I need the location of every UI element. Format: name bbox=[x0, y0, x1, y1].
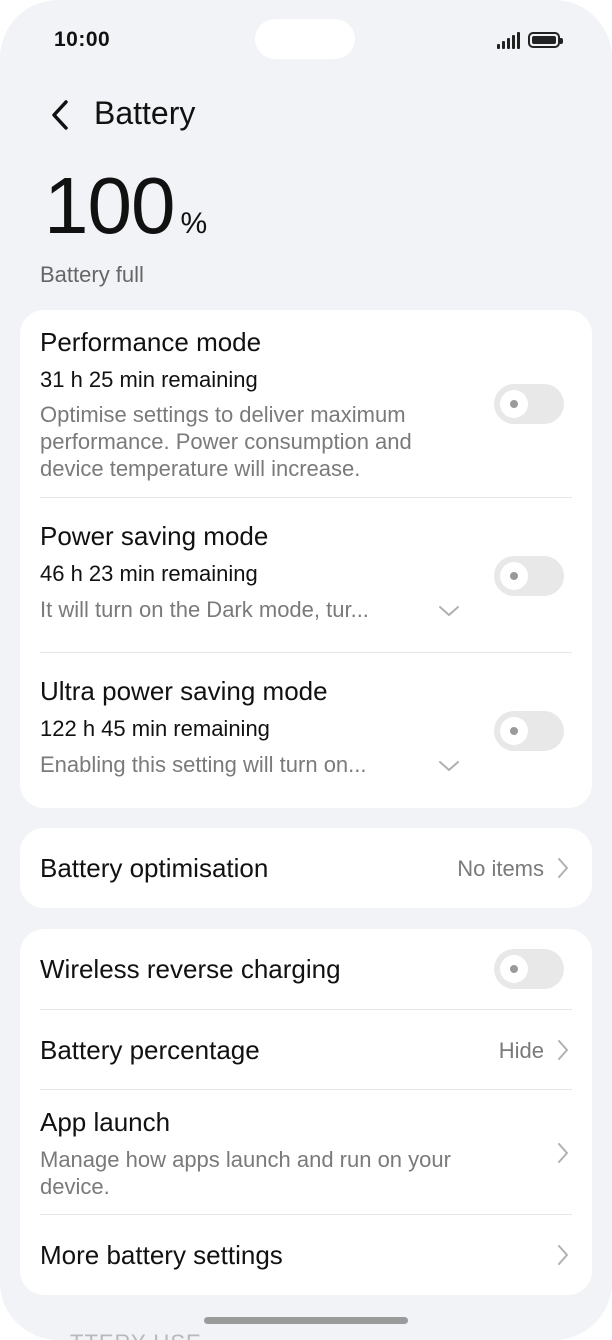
battery-optimisation-row[interactable]: Battery optimisation No items bbox=[20, 828, 592, 908]
chevron-right-icon bbox=[558, 1040, 568, 1060]
performance-mode-remaining: 31 h 25 min remaining bbox=[40, 367, 258, 392]
chevron-down-icon[interactable] bbox=[438, 604, 460, 618]
status-time: 10:00 bbox=[54, 28, 111, 51]
back-arrow-icon[interactable] bbox=[46, 98, 76, 132]
battery-level: 100% bbox=[44, 160, 207, 252]
ultra-power-saving-mode-remaining: 122 h 45 min remaining bbox=[40, 716, 270, 741]
home-indicator[interactable] bbox=[204, 1317, 408, 1324]
app-launch-label: App launch bbox=[40, 1107, 171, 1137]
battery-status-text: Battery full bbox=[40, 262, 144, 287]
ultra-power-saving-mode-row[interactable]: Ultra power saving mode 122 h 45 min rem… bbox=[20, 653, 592, 808]
chevron-right-icon bbox=[558, 1245, 568, 1265]
wireless-reverse-charging-toggle[interactable] bbox=[494, 949, 564, 989]
battery-percentage-row[interactable]: Battery percentage Hide bbox=[20, 1010, 592, 1090]
ultra-power-saving-mode-toggle[interactable] bbox=[494, 711, 564, 751]
camera-notch bbox=[255, 19, 355, 59]
more-battery-settings-row[interactable]: More battery settings bbox=[20, 1215, 592, 1295]
battery-icon bbox=[528, 32, 563, 48]
battery-percentage-value: Hide bbox=[498, 1038, 544, 1063]
app-launch-description: Manage how apps launch and run on your d… bbox=[40, 1147, 451, 1199]
chevron-down-icon[interactable] bbox=[438, 759, 460, 773]
power-saving-mode-title: Power saving mode bbox=[40, 521, 269, 551]
modes-card: Performance mode 31 h 25 min remaining O… bbox=[20, 310, 592, 808]
ultra-power-saving-mode-description: Enabling this setting will turn on... bbox=[40, 752, 367, 777]
battery-percentage-label: Battery percentage bbox=[40, 1035, 260, 1065]
battery-optimisation-label: Battery optimisation bbox=[40, 853, 269, 883]
ultra-power-saving-mode-title: Ultra power saving mode bbox=[40, 676, 328, 706]
power-saving-mode-row[interactable]: Power saving mode 46 h 23 min remaining … bbox=[20, 498, 592, 653]
page-title: Battery bbox=[94, 95, 196, 131]
status-icons bbox=[497, 28, 563, 52]
section-header-partial: TTERY USE bbox=[70, 1330, 202, 1340]
signal-icon bbox=[497, 31, 520, 49]
power-saving-mode-description: It will turn on the Dark mode, tur... bbox=[40, 597, 369, 622]
performance-mode-toggle[interactable] bbox=[494, 384, 564, 424]
power-saving-mode-toggle[interactable] bbox=[494, 556, 564, 596]
performance-mode-row[interactable]: Performance mode 31 h 25 min remaining O… bbox=[20, 310, 592, 498]
app-launch-row[interactable]: App launch Manage how apps launch and ru… bbox=[20, 1090, 592, 1215]
settings-card: Wireless reverse charging Battery percen… bbox=[20, 929, 592, 1295]
phone-screen: 10:00 Battery 100% Battery full Performa… bbox=[0, 0, 612, 1340]
chevron-right-icon bbox=[558, 1143, 568, 1163]
wireless-reverse-charging-row[interactable]: Wireless reverse charging bbox=[20, 929, 592, 1009]
battery-optimisation-value: No items bbox=[457, 856, 544, 881]
battery-percent-value: 100 bbox=[44, 161, 175, 250]
percent-symbol: % bbox=[180, 207, 208, 240]
performance-mode-title: Performance mode bbox=[40, 327, 262, 357]
more-battery-settings-label: More battery settings bbox=[40, 1240, 283, 1270]
chevron-right-icon bbox=[558, 858, 568, 878]
performance-mode-description: Optimise settings to deliver maximum per… bbox=[40, 402, 412, 481]
wireless-reverse-charging-label: Wireless reverse charging bbox=[40, 954, 341, 984]
power-saving-mode-remaining: 46 h 23 min remaining bbox=[40, 561, 258, 586]
